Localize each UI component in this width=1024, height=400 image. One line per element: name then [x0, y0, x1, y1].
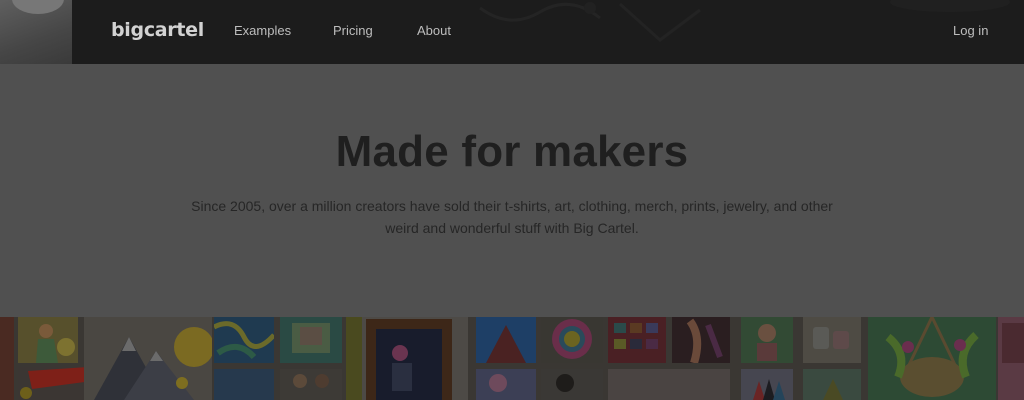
artwork-tile-candles — [803, 317, 861, 363]
hero-title: Made for makers — [335, 127, 689, 176]
artwork-tile-blank-pink — [608, 369, 730, 400]
corner-artwork-thumbnail — [0, 0, 72, 64]
artwork-tile-framed-art — [362, 317, 468, 400]
bigcartel-logo[interactable]: bigcartel — [111, 19, 204, 41]
nav-link-about[interactable]: About — [417, 23, 451, 38]
nav-link-examples[interactable]: Examples — [234, 23, 291, 38]
corner-artwork-shape — [12, 0, 64, 14]
top-navigation: bigcartel Examples Pricing About Log in — [0, 0, 1024, 64]
artwork-tile-people — [280, 369, 342, 400]
nav-background-artwork-right — [890, 0, 1010, 12]
artwork-tile-hanging-plant — [868, 317, 996, 400]
artwork-tile-edge — [0, 317, 14, 400]
artwork-tile-figure-dark — [672, 317, 730, 363]
artwork-tile-blue-poster — [476, 317, 536, 363]
artwork-tile-figure-yellow — [18, 317, 78, 363]
artwork-tile-mountains — [84, 317, 212, 400]
artwork-tile-pencils — [741, 369, 793, 400]
product-collage — [0, 317, 1024, 400]
artwork-tile-green-figure — [741, 317, 793, 363]
artwork-tile-green-strip — [346, 317, 362, 400]
artwork-tile-flower-face — [541, 317, 603, 363]
hero-subtitle: Since 2005, over a million creators have… — [191, 198, 833, 236]
artwork-tile-color-grid — [608, 317, 666, 363]
hero-section: Made for makers Since 2005, over a milli… — [0, 64, 1024, 317]
login-link[interactable]: Log in — [953, 23, 988, 38]
artwork-tile-blue-pattern — [214, 317, 274, 363]
artwork-tile-portrait — [541, 369, 603, 400]
artwork-tile-denim — [214, 369, 274, 400]
nav-link-pricing[interactable]: Pricing — [333, 23, 373, 38]
artwork-tile-pink-border — [998, 317, 1024, 400]
nav-background-artwork — [479, 2, 701, 42]
artwork-tile-teal-print — [280, 317, 342, 363]
artwork-tile-green-print — [803, 369, 861, 400]
artwork-tile-pink-figure — [476, 369, 536, 400]
